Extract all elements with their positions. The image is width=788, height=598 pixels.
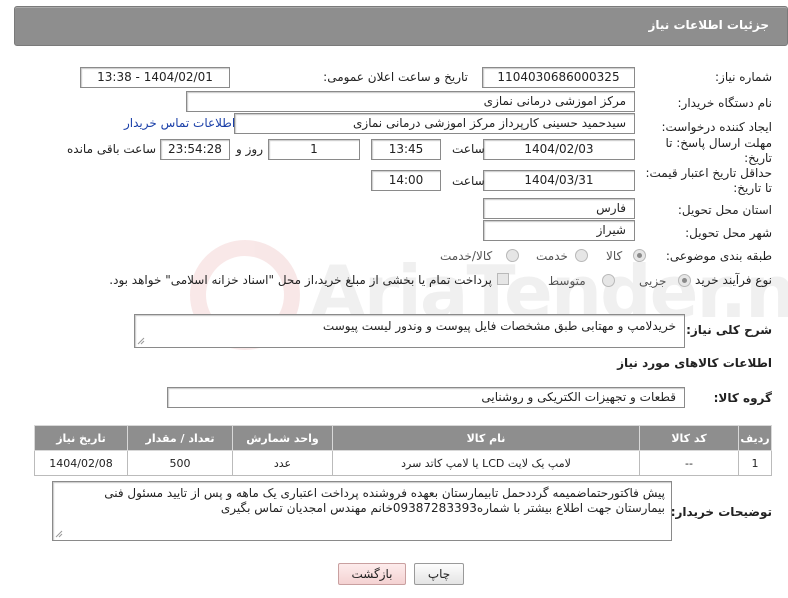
- col-name: نام کالا: [332, 425, 640, 451]
- process-radio-minor[interactable]: [678, 274, 691, 287]
- deadline-label: مهلت ارسال پاسخ: تا: [665, 136, 772, 150]
- description-textarea[interactable]: خریدلامپ و مهتابی طبق مشخصات فایل پیوست …: [134, 314, 685, 348]
- province-label: استان محل تحویل:: [677, 203, 772, 217]
- back-button[interactable]: بازگشت: [338, 563, 406, 585]
- category-option-goods: کالا: [606, 249, 623, 263]
- treasury-payment-checkbox[interactable]: [497, 273, 509, 285]
- remaining-time-label: ساعت باقی مانده: [67, 142, 157, 156]
- resize-grip-icon[interactable]: [137, 337, 145, 345]
- deadline-time-label: ساعت: [452, 142, 485, 156]
- resize-grip-icon[interactable]: [55, 530, 63, 538]
- process-type-label: نوع فرآیند خرید :: [687, 273, 772, 287]
- page-title: جزئیات اطلاعات نیاز: [648, 18, 769, 32]
- cell-code: --: [639, 450, 739, 476]
- description-label: شرح کلی نیاز:: [686, 323, 772, 337]
- category-radio-service[interactable]: [575, 249, 588, 262]
- col-qty: تعداد / مقدار: [127, 425, 233, 451]
- need-number-label: شماره نیاز:: [715, 70, 772, 84]
- buyer-notes-textarea[interactable]: پیش فاکتورحتماضمیمه گرددحمل تابیمارستان …: [52, 481, 672, 541]
- deadline-date-field: 1404/02/03: [483, 139, 635, 160]
- announce-datetime-field: 1404/02/01 - 13:38: [80, 67, 230, 88]
- category-option-service: خدمت: [536, 249, 568, 263]
- description-text: خریدلامپ و مهتابی طبق مشخصات فایل پیوست …: [322, 319, 676, 333]
- process-option-medium: متوسط: [548, 274, 586, 288]
- col-code: کد کالا: [639, 425, 739, 451]
- validity-time-field: 14:00: [371, 170, 441, 191]
- buyer-notes-label: توضیحات خریدار:: [670, 505, 772, 519]
- creator-label: ایجاد کننده درخواست:: [661, 120, 772, 134]
- category-radio-goods-service[interactable]: [506, 249, 519, 262]
- cell-row: 1: [738, 450, 772, 476]
- page-header: جزئیات اطلاعات نیاز: [14, 6, 788, 46]
- remaining-time-field: 23:54:28: [160, 139, 230, 160]
- category-option-goods-service: کالا/خدمت: [440, 249, 493, 263]
- days-label: روز و: [236, 142, 263, 156]
- col-date: تاریخ نیاز: [34, 425, 128, 451]
- validity-label: حداقل تاریخ اعتبار قیمت:: [645, 166, 772, 180]
- announce-datetime-label: تاریخ و ساعت اعلان عمومی:: [323, 70, 468, 84]
- goods-table-header: ردیف کد کالا نام کالا واحد شمارش تعداد /…: [34, 425, 772, 451]
- city-label: شهر محل تحویل:: [685, 226, 772, 240]
- cell-name: لامپ یک لایت LCD یا لامپ کاتد سرد: [332, 450, 640, 476]
- table-row: 1 -- لامپ یک لایت LCD یا لامپ کاتد سرد ع…: [34, 450, 772, 476]
- print-button[interactable]: چاپ: [414, 563, 464, 585]
- need-number-field: 1104030686000325: [482, 67, 635, 88]
- col-row: ردیف: [738, 425, 772, 451]
- col-unit: واحد شمارش: [232, 425, 333, 451]
- buyer-org-label: نام دستگاه خریدار:: [677, 96, 773, 110]
- deadline-label-2: تاریخ:: [744, 151, 772, 165]
- buyer-notes-text: پیش فاکتورحتماضمیمه گرددحمل تابیمارستان …: [104, 486, 665, 515]
- goods-table: ردیف کد کالا نام کالا واحد شمارش تعداد /…: [34, 425, 772, 476]
- cell-qty: 500: [127, 450, 233, 476]
- goods-section-title: اطلاعات کالاهای مورد نیاز: [617, 356, 772, 370]
- validity-date-field: 1404/03/31: [483, 170, 635, 191]
- creator-field: سیدحمید حسینی کارپرداز مرکز اموزشی درمان…: [234, 113, 635, 134]
- category-radio-goods[interactable]: [633, 249, 646, 262]
- treasury-payment-note: پرداخت تمام یا بخشی از مبلغ خرید،از محل …: [109, 273, 492, 287]
- process-radio-medium[interactable]: [602, 274, 615, 287]
- buyer-org-field: مرکز اموزشی درمانی نمازی: [186, 91, 635, 112]
- city-field: شیراز: [483, 220, 635, 241]
- category-label: طبقه بندی موضوعی:: [665, 249, 772, 263]
- cell-date: 1404/02/08: [34, 450, 128, 476]
- validity-label-2: تا تاریخ:: [733, 181, 772, 195]
- goods-group-label: گروه کالا:: [713, 391, 772, 405]
- buyer-contact-link[interactable]: اطلاعات تماس خریدار: [124, 116, 235, 130]
- deadline-time-field: 13:45: [371, 139, 441, 160]
- goods-group-field: قطعات و تجهیزات الکتریکی و روشنایی: [167, 387, 685, 408]
- cell-unit: عدد: [232, 450, 333, 476]
- remaining-days-field: 1: [268, 139, 360, 160]
- process-option-minor: جزیی: [639, 274, 667, 288]
- validity-time-label: ساعت: [452, 174, 485, 188]
- province-field: فارس: [483, 198, 635, 219]
